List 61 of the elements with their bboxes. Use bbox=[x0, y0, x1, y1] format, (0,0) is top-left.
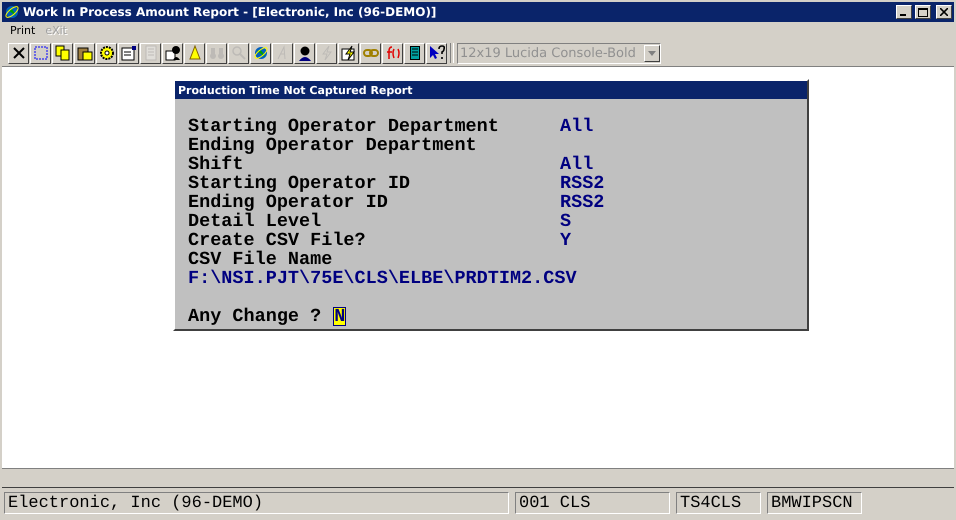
toolbar-button[interactable] bbox=[360, 42, 381, 64]
page-icon bbox=[142, 45, 158, 61]
maximize-button[interactable] bbox=[915, 5, 931, 19]
toolbar-button[interactable] bbox=[404, 42, 425, 64]
toolbar-button[interactable] bbox=[30, 42, 51, 64]
toolbar-button[interactable] bbox=[294, 42, 315, 64]
field-label: Ending Operator ID bbox=[188, 193, 389, 212]
help-pointer-icon bbox=[428, 45, 444, 61]
close-icon bbox=[10, 45, 26, 61]
field-label: Detail Level bbox=[188, 212, 322, 231]
field-label: CSV File Name bbox=[188, 250, 332, 269]
minimize-button[interactable] bbox=[896, 5, 912, 19]
file-path: F:\NSI.PJT\75E\CLS\ELBE\PRDTIM2.CSV bbox=[188, 269, 577, 288]
function-icon bbox=[384, 45, 400, 61]
toolbar-button[interactable] bbox=[96, 42, 117, 64]
close-button[interactable] bbox=[936, 5, 952, 19]
caret-icon bbox=[648, 50, 656, 56]
field-value: RSS2 bbox=[560, 174, 604, 193]
toolbar-button[interactable] bbox=[52, 42, 73, 64]
menu-item[interactable]: Print bbox=[10, 24, 36, 38]
field-value: All bbox=[560, 117, 594, 136]
globe-icon bbox=[4, 4, 20, 20]
toolbar-button[interactable] bbox=[382, 42, 403, 64]
dialog-title: Production Time Not Captured Report bbox=[175, 81, 807, 99]
gear-icon bbox=[98, 45, 114, 61]
maximize-icon bbox=[918, 8, 928, 16]
status-panel: TS4CLS bbox=[676, 492, 761, 514]
answer-field[interactable]: N bbox=[333, 307, 346, 326]
toolbar-button[interactable] bbox=[162, 42, 183, 64]
field-label: Starting Operator Department bbox=[188, 117, 500, 136]
toolbar-button[interactable] bbox=[184, 42, 205, 64]
person-icon bbox=[296, 45, 312, 61]
toolbar-button[interactable] bbox=[8, 42, 29, 64]
status-panel: 001 CLS bbox=[515, 492, 670, 514]
globe-icon bbox=[252, 45, 268, 61]
field-label: Create CSV File? bbox=[188, 231, 367, 250]
field-label: Starting Operator ID bbox=[188, 174, 412, 193]
field-value: RSS2 bbox=[560, 193, 604, 212]
binoculars-icon bbox=[208, 45, 224, 61]
lightning-document-icon bbox=[340, 45, 356, 61]
toolbar-button[interactable] bbox=[338, 42, 359, 64]
toolbar-button[interactable] bbox=[250, 42, 271, 64]
person-document-icon bbox=[164, 45, 180, 61]
selection-icon bbox=[32, 45, 48, 61]
form-icon bbox=[120, 45, 136, 61]
field-value: All bbox=[560, 155, 594, 174]
toolbar-button[interactable] bbox=[74, 42, 95, 64]
field-label: Shift bbox=[188, 155, 244, 174]
toolbar-button[interactable] bbox=[426, 42, 447, 64]
toolbar-button[interactable] bbox=[118, 42, 139, 64]
status-panel: Electronic, Inc (96-DEMO) bbox=[4, 492, 509, 514]
status-panel: BMWIPSCN bbox=[767, 492, 862, 514]
field-label: Ending Operator Department bbox=[188, 136, 478, 155]
paste-icon bbox=[76, 45, 92, 61]
search-icon bbox=[230, 45, 246, 61]
window-title: Work In Process Amount Report - [Electronic, Inc (96-DEMO)] bbox=[23, 5, 438, 19]
field-value: S bbox=[560, 212, 572, 231]
field-value: Y bbox=[560, 231, 572, 250]
copy-icon bbox=[54, 45, 70, 61]
close-icon bbox=[940, 8, 948, 16]
prompt-text: Any Change ? bbox=[188, 307, 322, 326]
